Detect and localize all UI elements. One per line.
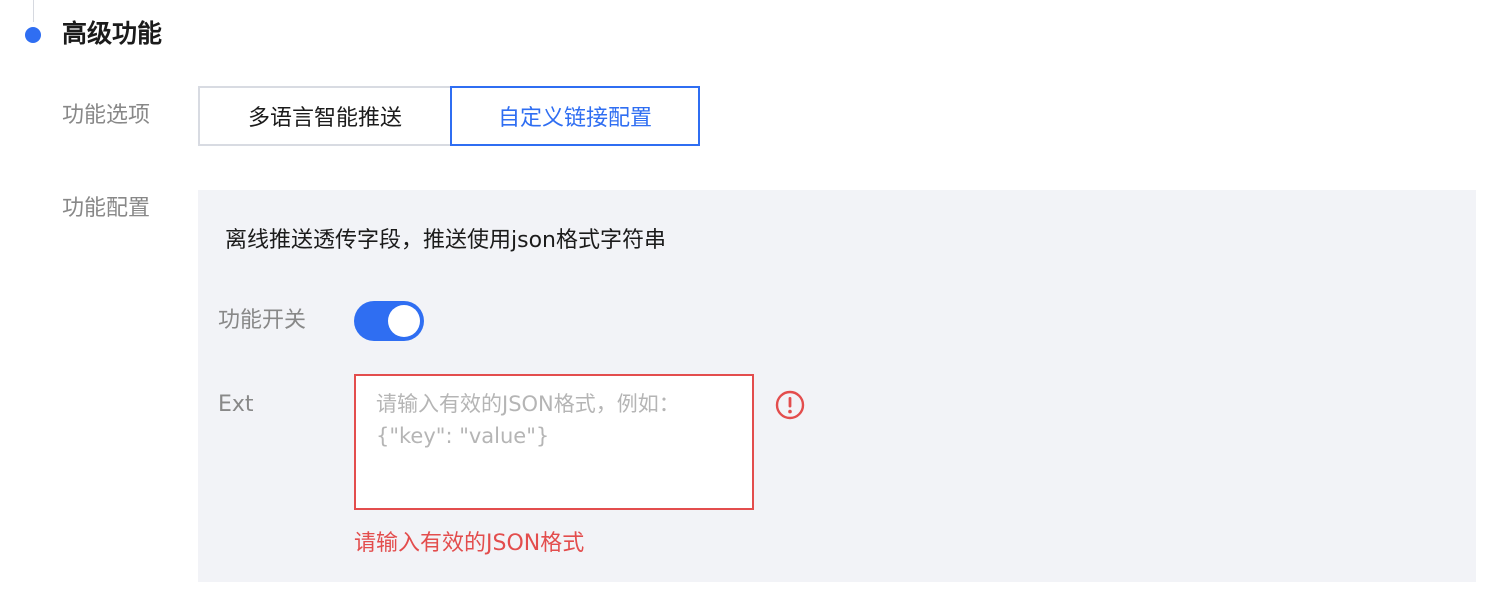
section-title: 高级功能 (62, 19, 163, 48)
feature-options-label: 功能选项 (62, 103, 151, 128)
warning-circle-icon (775, 390, 805, 420)
feature-switch-toggle[interactable] (354, 301, 424, 341)
timeline-line (33, 0, 34, 22)
feature-config-panel: 离线推送透传字段，推送使用json格式字符串 功能开关 Ext 请输入有效的JS… (198, 190, 1476, 582)
ext-json-input[interactable] (354, 374, 754, 510)
config-description: 离线推送透传字段，推送使用json格式字符串 (225, 228, 666, 253)
advanced-features-page: 高级功能 功能选项 多语言智能推送 自定义链接配置 功能配置 离线推送透传字段，… (0, 0, 1488, 606)
feature-config-label: 功能配置 (62, 196, 151, 221)
feature-switch-label: 功能开关 (218, 308, 307, 333)
timeline-dot (25, 27, 41, 43)
ext-error-message: 请输入有效的JSON格式 (354, 531, 585, 556)
tab-custom-link-config[interactable]: 自定义链接配置 (450, 86, 700, 146)
feature-options-tabs: 多语言智能推送 自定义链接配置 (198, 86, 700, 146)
toggle-knob (388, 305, 420, 337)
ext-label: Ext (218, 392, 254, 417)
tab-multilingual-push[interactable]: 多语言智能推送 (198, 86, 450, 146)
